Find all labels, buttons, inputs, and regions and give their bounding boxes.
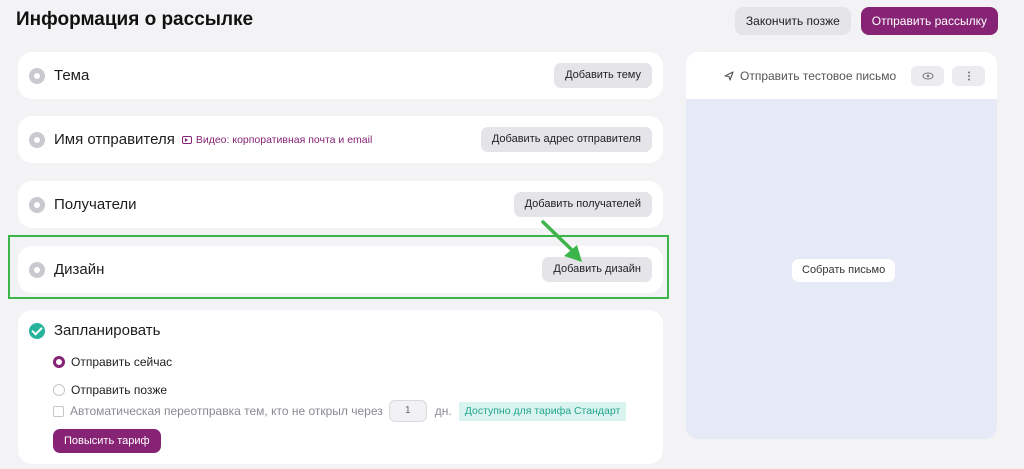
resend-checkbox[interactable] [53,405,64,417]
more-vertical-icon [967,71,970,80]
schedule-card: Запланировать Отправить сейчас Отправить… [18,310,663,464]
incomplete-status-icon [29,196,45,213]
resend-days-input[interactable]: 1 [388,400,427,422]
video-link[interactable]: Видео: корпоративная почта и email [181,133,373,146]
plan-badge: Доступно для тарифа Стандарт [458,401,627,421]
video-icon [181,135,192,144]
preview-eye-button[interactable] [911,65,944,86]
sender-title: Имя отправителя [54,131,175,148]
add-sender-button[interactable]: Добавить адрес отправителя [480,127,652,152]
page-title: Информация о рассылке [16,9,254,30]
resend-unit: дн. [434,404,452,418]
header-actions: Закончить позже Отправить рассылку [734,7,998,35]
email-preview-panel: Отправить тестовое письмо Собрать письмо [686,52,997,439]
more-options-button[interactable] [952,65,985,86]
video-link-label: Видео: корпоративная почта и email [195,133,373,146]
send-later-label: Отправить позже [71,383,168,397]
send-icon [724,70,734,81]
schedule-title: Запланировать [54,322,161,339]
send-now-radio[interactable] [53,356,65,368]
send-now-option[interactable]: Отправить сейчас [53,355,172,369]
send-test-email-button[interactable]: Отправить тестовое письмо [724,69,896,83]
subject-title: Тема [54,67,90,84]
incomplete-status-icon [29,131,45,148]
campaign-info-page: Информация о рассылке Закончить позже От… [0,0,1024,469]
compose-email-button[interactable]: Собрать письмо [792,259,896,282]
add-subject-button[interactable]: Добавить тему [554,63,652,88]
eye-icon [922,72,933,79]
recipients-title: Получатели [54,196,137,213]
send-later-option[interactable]: Отправить позже [53,383,167,397]
add-recipients-button[interactable]: Добавить получателей [513,192,652,217]
send-later-radio[interactable] [53,384,65,396]
check-icon [29,322,45,339]
resend-label: Автоматическая переотправка тем, кто не … [70,404,383,418]
upgrade-plan-button[interactable]: Повысить тариф [53,429,161,453]
preview-toolbar: Отправить тестовое письмо [686,52,997,99]
send-campaign-button[interactable]: Отправить рассылку [860,7,998,35]
resend-option: Автоматическая переотправка тем, кто не … [53,400,627,422]
finish-later-button[interactable]: Закончить позже [734,7,851,35]
incomplete-status-icon [29,67,45,84]
subject-card: Тема Добавить тему [18,52,663,99]
sender-card: Имя отправителя Видео: корпоративная поч… [18,116,663,163]
pointer-arrow-icon [541,220,582,262]
send-test-email-label: Отправить тестовое письмо [740,68,897,83]
send-now-label: Отправить сейчас [71,355,173,369]
